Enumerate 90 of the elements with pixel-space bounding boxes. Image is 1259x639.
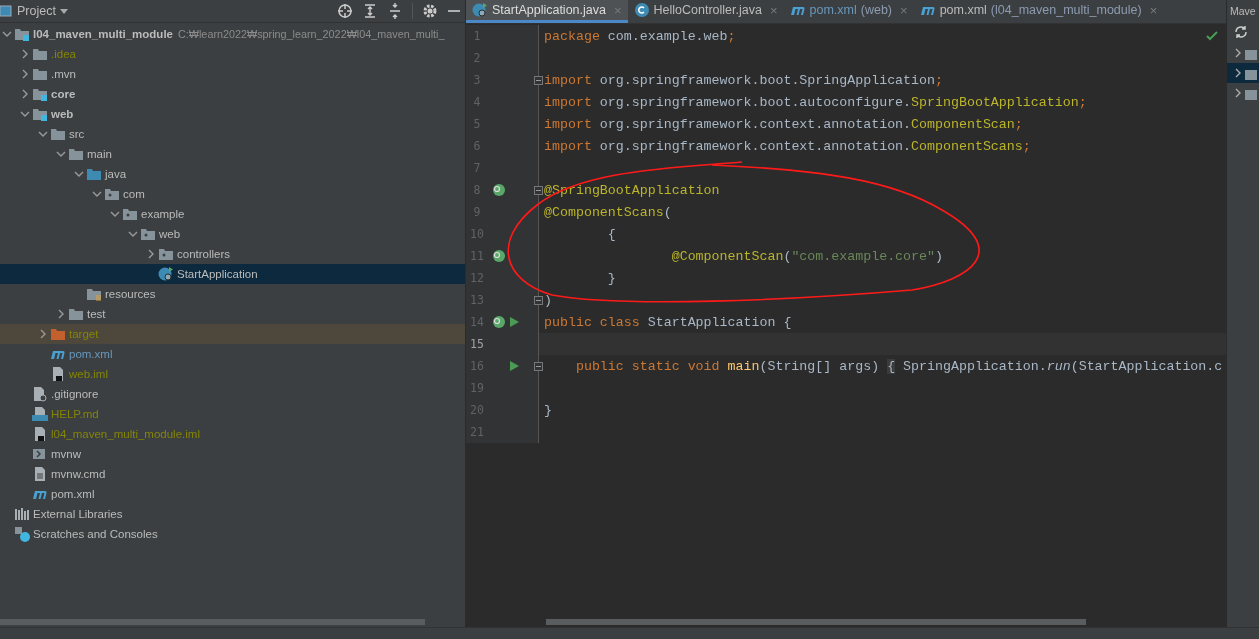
editor-tab[interactable]: HelloController.java ×: [627, 0, 784, 23]
source-folder-icon: [86, 166, 102, 182]
tree-item[interactable]: .gitignore: [0, 384, 465, 404]
folder-icon: [32, 66, 48, 82]
collapse-all-icon[interactable]: [387, 3, 403, 19]
scrollbar-thumb[interactable]: [0, 619, 425, 625]
code-line: import org.springframework.context.annotation.ComponentScan;: [544, 116, 1023, 132]
module-folder-icon: [32, 106, 48, 122]
tree-item[interactable]: StartApplication: [0, 264, 465, 284]
resources-folder-icon: [86, 286, 102, 302]
package-icon: [122, 206, 138, 222]
editor-tab[interactable]: pom.xml (l04_maven_multi_module) ×: [913, 0, 1164, 23]
code-line: @ComponentScans(: [544, 204, 672, 220]
markdown-file-icon: [32, 406, 48, 422]
folder-icon: [68, 306, 84, 322]
folder-icon: [50, 126, 66, 142]
file-icon: [32, 426, 48, 442]
ignore-file-icon: [32, 386, 48, 402]
class-icon: [633, 2, 650, 18]
bean-icon[interactable]: [492, 183, 506, 197]
panel-icon: [0, 4, 12, 18]
tree-item[interactable]: example: [0, 204, 465, 224]
bean-icon[interactable]: [492, 315, 506, 329]
tree-item[interactable]: com: [0, 184, 465, 204]
maven-project-item[interactable]: [1227, 63, 1259, 83]
code-line: import org.springframework.boot.SpringApplication;: [544, 72, 943, 88]
locate-icon[interactable]: [337, 3, 353, 19]
code-line: }: [544, 402, 552, 418]
tree-item[interactable]: web: [0, 224, 465, 244]
panel-title[interactable]: Project: [17, 4, 56, 18]
libraries-icon: [14, 506, 30, 522]
scrollbar-thumb[interactable]: [546, 619, 1086, 625]
module-folder-icon: [14, 26, 30, 42]
code-line: public static void main(String[] args) { SpringApplication.run(StartApplication.c: [574, 358, 1223, 374]
tree-item[interactable]: main: [0, 144, 465, 164]
code-line: @ComponentScan("com.example.core"): [670, 248, 943, 264]
fold-icon[interactable]: [534, 185, 543, 195]
spring-class-icon: [158, 266, 174, 282]
code-line: import org.springframework.boot.autoconfigure.SpringBootApplication;: [544, 94, 1087, 110]
editor-tab[interactable]: StartApplication.java ×: [466, 0, 628, 23]
tree-item[interactable]: External Libraries: [0, 504, 465, 524]
file-icon: [50, 366, 66, 382]
chevron-right-icon[interactable]: [1233, 47, 1243, 59]
module-folder-icon: [32, 86, 48, 102]
run-icon[interactable]: [508, 316, 520, 328]
panel-title[interactable]: Mave: [1230, 0, 1259, 23]
code-line: import org.springframework.context.annotation.ComponentScans;: [544, 138, 1031, 154]
tree-item[interactable]: src: [0, 124, 465, 144]
tree-item[interactable]: java: [0, 164, 465, 184]
spring-class-icon: [472, 2, 488, 18]
code-line: {: [606, 226, 616, 242]
script-file-icon: [32, 446, 48, 462]
tree-item[interactable]: Scratches and Consoles: [0, 524, 465, 544]
code-line: public class StartApplication {: [544, 314, 792, 330]
tree-item[interactable]: test: [0, 304, 465, 324]
text-file-icon: [32, 466, 48, 482]
tree-item[interactable]: web: [0, 104, 465, 124]
package-icon: [158, 246, 174, 262]
code-line: }: [606, 270, 616, 286]
tree-item[interactable]: resources: [0, 284, 465, 304]
tree-item[interactable]: .mvn: [0, 64, 465, 84]
check-icon: [1206, 30, 1218, 42]
fold-icon[interactable]: [534, 75, 543, 85]
tree-item[interactable]: core: [0, 84, 465, 104]
fold-icon[interactable]: [534, 361, 543, 371]
folder-icon: [68, 146, 84, 162]
package-icon: [104, 186, 120, 202]
editor-tab[interactable]: pom.xml (web) ×: [783, 0, 914, 23]
tree-item[interactable]: controllers: [0, 244, 465, 264]
folder-icon: [32, 46, 48, 62]
chevron-right-icon[interactable]: [1233, 67, 1243, 79]
tree-item[interactable]: pom.xml: [0, 344, 465, 364]
tree-item[interactable]: mvnw: [0, 444, 465, 464]
tree-item[interactable]: mvnw.cmd: [0, 464, 465, 484]
scratches-icon: [14, 526, 30, 542]
bean-icon[interactable]: [492, 249, 506, 263]
chevron-right-icon[interactable]: [1233, 87, 1243, 99]
code-line: ): [544, 292, 552, 308]
project-path: C:₩learn2022₩spring_learn_2022₩l04_maven_multi_: [178, 28, 445, 40]
fold-icon[interactable]: [534, 295, 543, 305]
line-number: 15: [469, 337, 485, 351]
tree-item[interactable]: pom.xml: [0, 484, 465, 504]
expand-all-icon[interactable]: [362, 3, 378, 19]
run-icon[interactable]: [508, 360, 520, 372]
settings-icon[interactable]: [422, 3, 438, 19]
tree-item[interactable]: l04_maven_multi_module C:₩learn2022₩spring_learn_2022₩l04_maven_multi_: [0, 24, 465, 44]
excluded-folder-icon: [50, 326, 66, 342]
code-line: package com.example.web;: [544, 28, 736, 44]
package-icon: [140, 226, 156, 242]
refresh-icon[interactable]: [1234, 25, 1248, 39]
